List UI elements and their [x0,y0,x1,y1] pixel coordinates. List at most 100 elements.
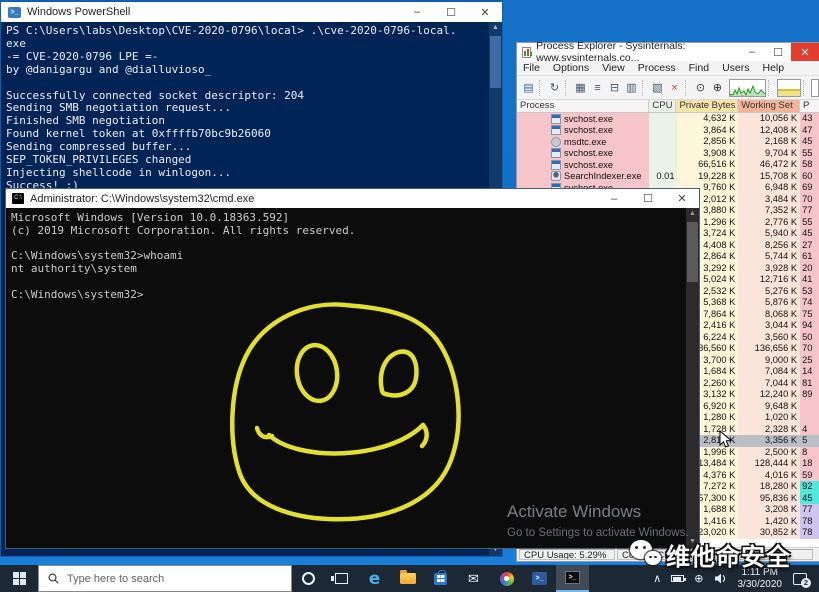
network-icon[interactable]: ⊕ [689,565,708,592]
terminal-line: -= CVE-2020-0796 LPE =- [6,51,489,64]
close-button[interactable]: ✕ [468,2,502,22]
battery-icon[interactable] [666,565,689,592]
powershell-title: Windows PowerShell [27,6,130,18]
cmd-window[interactable]: C:\ Administrator: C:\Windows\system32\c… [5,188,700,549]
save-icon[interactable]: ▤ [520,80,537,96]
cmd-icon: >_ [565,571,580,584]
terminal-line: C:\Windows\system32> [11,289,686,302]
process-explorer-icon [522,47,531,58]
edge-button[interactable]: e [358,565,391,592]
process-row[interactable]: svchost.exe4,632 K10,056 K43 [517,113,819,125]
taskbar: Type here to search e ✉ >_ >_ ∧ ⊕ 1:11 P… [0,565,819,592]
terminal-line: nt authority\system [11,263,686,276]
column-header-private-bytes[interactable]: Private Bytes [676,100,738,112]
scrollbar-thumb[interactable] [687,222,698,282]
find-window-icon[interactable]: ⊕ [709,80,726,96]
task-view-button[interactable] [325,565,358,592]
column-header-working-set[interactable]: Working Set [738,100,800,112]
column-header-process[interactable]: Process [517,100,649,112]
minimize-button[interactable]: – [597,189,631,208]
process-row[interactable]: svchost.exe3,864 K12,408 K47 [517,125,819,137]
cpu-history-graph[interactable] [729,79,766,97]
scrollbar-thumb[interactable] [490,36,501,88]
tray-chevron-up-icon[interactable]: ∧ [648,565,666,592]
store-icon [434,573,447,585]
start-button[interactable] [0,565,38,592]
terminal-line: by @danigargu and @dialluvioso_ [6,64,489,77]
menu-item-users[interactable]: Users [722,62,749,74]
cmd-title: Administrator: C:\Windows\system32\cmd.e… [30,193,254,205]
taskbar-search[interactable]: Type here to search [38,565,292,592]
mail-button[interactable]: ✉ [457,565,490,592]
maximize-button[interactable]: ☐ [631,189,665,208]
process-row[interactable]: svchost.exe66,516 K46,472 K58 [517,159,819,171]
paint-button[interactable] [490,565,523,592]
process-name: svchost.exe [564,160,613,170]
menu-item-find[interactable]: Find [689,62,709,74]
close-button[interactable]: ✕ [791,43,819,61]
process-row[interactable]: svchost.exe3,908 K9,704 K55 [517,148,819,160]
minimize-button[interactable]: – [400,2,434,22]
powershell-icon: >_ [8,7,21,18]
menu-item-options[interactable]: Options [553,62,589,74]
powershell-titlebar[interactable]: >_ Windows PowerShell – ☐ ✕ [1,2,502,22]
terminal-line [11,276,686,289]
process-row[interactable]: SearchIndexer.exe0.0119,228 K15,708 K60 [517,171,819,183]
dll-view-icon[interactable]: ▥ [623,80,640,96]
lower-pane-icon[interactable]: ⊟ [606,80,623,96]
process-explorer-statusbar: CPU Usage: 5.29% Commit Charg [517,547,819,561]
notification-badge: 2 [801,578,811,588]
taskbar-clock[interactable]: 1:11 PM 3/30/2020 [732,567,789,591]
process-name: SearchIndexer.exe [564,171,642,181]
menu-item-help[interactable]: Help [762,62,784,74]
status-commit-charge: Commit Charg [617,549,813,560]
column-header-pid[interactable]: P [800,100,819,112]
menu-item-file[interactable]: File [523,62,540,74]
store-button[interactable] [424,565,457,592]
terminal-line: Injecting shellcode in winlogon... [6,167,489,180]
file-explorer-button[interactable] [391,565,424,592]
notification-button[interactable]: 2 [788,565,819,592]
maximize-button[interactable]: ☐ [434,2,468,22]
cortana-button[interactable] [292,565,325,592]
process-row[interactable]: msdtc.exe2,856 K2,168 K45 [517,136,819,148]
desktop: >_ Windows PowerShell – ☐ ✕ PS C:\Users\… [0,0,819,592]
column-header-cpu[interactable]: CPU [649,100,677,112]
find-handle-icon[interactable]: ⊙ [692,80,709,96]
svchost-process-icon [551,160,561,170]
powershell-taskbar-button[interactable]: >_ [523,565,556,592]
scroll-down-icon[interactable]: ▼ [686,536,699,548]
maximize-button[interactable]: ☐ [765,43,791,61]
search-process-icon [551,171,561,181]
properties-icon[interactable]: ▧ [649,80,666,96]
menu-item-process[interactable]: Process [638,62,676,74]
volume-icon[interactable] [709,565,732,592]
refresh-icon[interactable]: ↻ [546,80,563,96]
paint-icon [500,572,514,586]
cortana-icon [302,572,315,585]
scroll-up-icon[interactable]: ▲ [686,208,699,220]
terminal-line: PS C:\Users\labs\Desktop\CVE-2020-0796\l… [6,25,489,38]
commit-history-graph[interactable] [777,79,800,97]
process-explorer-titlebar[interactable]: Process Explorer - Sysinternals: www.sys… [517,43,819,61]
terminal-line: Microsoft Windows [Version 10.0.18363.59… [11,212,686,225]
menu-item-view[interactable]: View [602,62,625,74]
io-history-graph[interactable] [811,79,819,97]
edge-icon: e [369,569,381,589]
minimize-button[interactable]: – [739,43,765,61]
process-explorer-menubar: File Options View Process Find Users Help [517,61,819,76]
system-info-icon[interactable]: ▦ [572,80,589,96]
close-button[interactable]: ✕ [665,189,699,208]
svchost-process-icon [551,114,561,124]
cmd-titlebar[interactable]: C:\ Administrator: C:\Windows\system32\c… [6,189,699,208]
cmd-scrollbar[interactable]: ▲ ▼ [686,208,699,548]
search-placeholder: Type here to search [67,573,164,585]
powershell-icon: >_ [532,572,547,585]
cmd-icon: C:\ [12,193,24,204]
notification-icon: 2 [793,573,807,585]
process-tree-icon[interactable]: ≡ [589,80,606,96]
msdtc-process-icon [551,137,561,147]
kill-process-icon[interactable]: × [666,80,683,96]
scroll-up-icon[interactable]: ▲ [489,22,502,34]
cmd-taskbar-button[interactable]: >_ [556,565,589,592]
